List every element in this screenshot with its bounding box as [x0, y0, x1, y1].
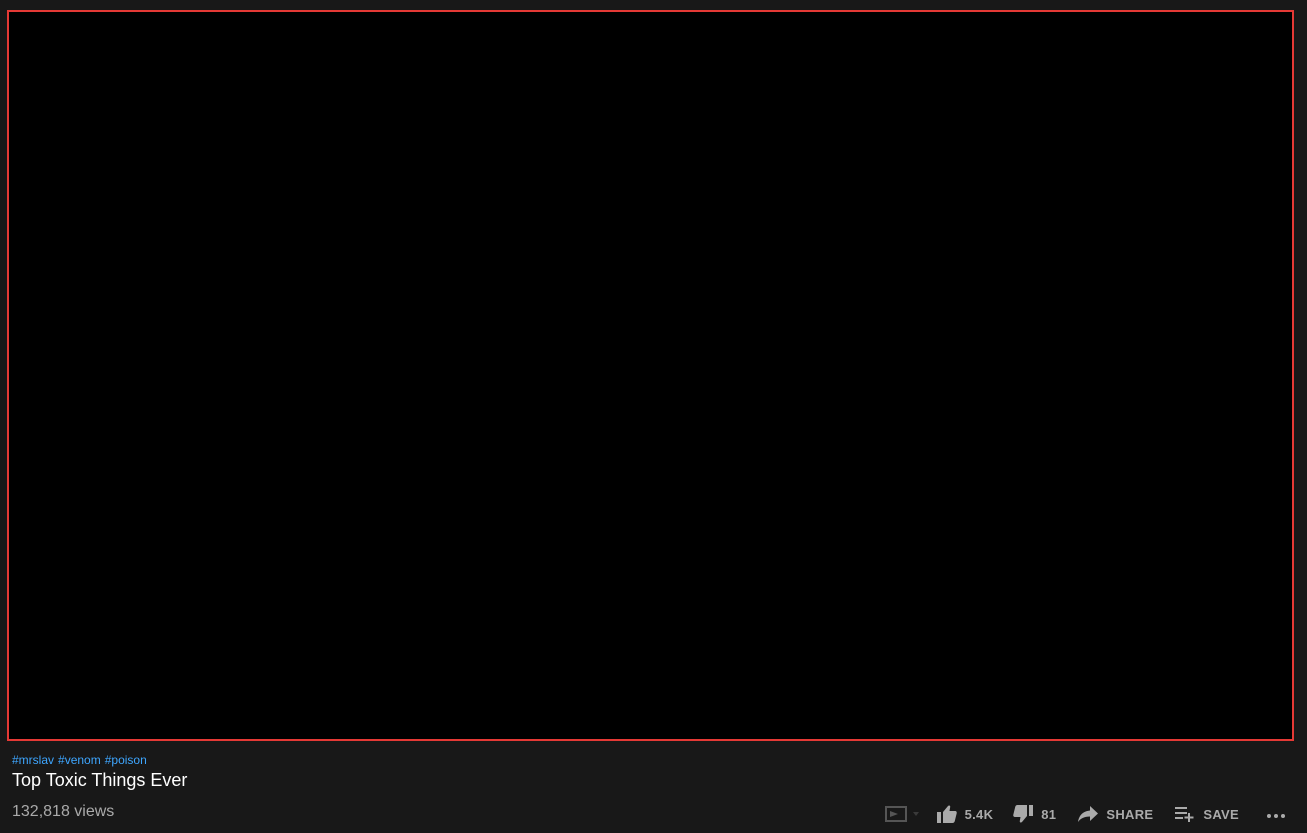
more-horizontal-icon [1267, 814, 1271, 818]
save-button[interactable]: SAVE [1175, 806, 1239, 822]
hashtag-link[interactable]: #venom [58, 753, 101, 767]
watch-page: #mrslav #venom #poison Top Toxic Things Ev… [0, 0, 1307, 833]
thumbs-up-icon [936, 805, 957, 823]
video-title: Top Toxic Things Ever [12, 770, 188, 790]
playlist-add-icon [1175, 806, 1195, 822]
video-player[interactable] [7, 10, 1294, 741]
more-horizontal-icon [1281, 814, 1285, 818]
view-count: 132,818 views [12, 803, 115, 820]
share-label: SHARE [1106, 806, 1154, 822]
more-actions-button[interactable] [1267, 810, 1285, 818]
save-label: SAVE [1203, 806, 1239, 822]
hashtag-list: #mrslav #venom #poison [12, 752, 151, 768]
share-arrow-icon [1078, 806, 1099, 822]
like-count: 5.4K [964, 806, 994, 822]
more-horizontal-icon [1274, 814, 1278, 818]
action-bar: 5.4K 81 SHARE SAVE [884, 800, 1285, 828]
thumbs-down-icon [1013, 805, 1034, 823]
share-button[interactable]: SHARE [1078, 806, 1153, 822]
hashtag-link[interactable]: #mrslav [12, 753, 54, 767]
dislike-button[interactable]: 81 [1013, 805, 1056, 823]
cast-button[interactable] [884, 805, 919, 823]
dislike-count: 81 [1041, 806, 1057, 822]
hashtag-link[interactable]: #poison [105, 753, 147, 767]
chevron-down-icon [912, 812, 919, 816]
like-button[interactable]: 5.4K [936, 805, 994, 823]
cast-to-tv-icon [884, 805, 907, 823]
